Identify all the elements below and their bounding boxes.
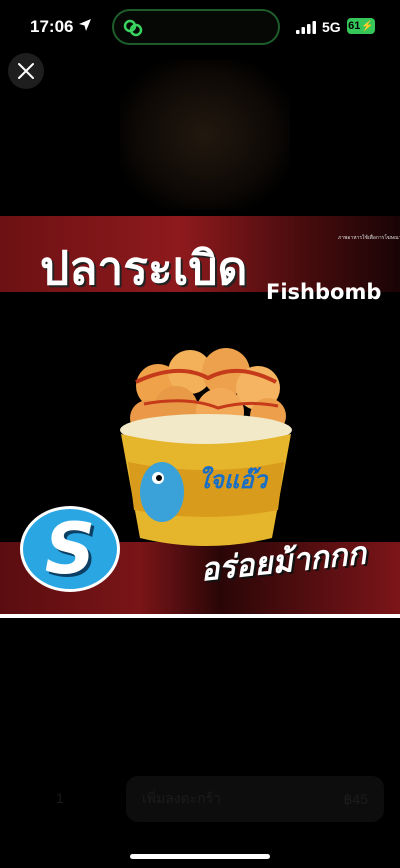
link-icon [123, 19, 143, 37]
battery-level: 61 [348, 20, 361, 32]
cup-brand: ใจแอ๊ว [198, 466, 269, 494]
location-arrow-icon [79, 19, 91, 31]
home-indicator[interactable] [130, 854, 270, 859]
cellular-signal-icon [296, 21, 316, 34]
ad-title-thai: ปลาระเบิด [40, 241, 248, 295]
ad-disclaimer: ภาพอาหารใช้เพื่อการโฆษณาเท่านั้น [338, 235, 400, 241]
ad-title-english: Fishbomb [266, 280, 382, 304]
fishball-cup-image: ใจแอ๊ว [120, 348, 292, 546]
battery-icon: 61 ⚡ [347, 18, 375, 34]
background-product-image [120, 60, 290, 210]
add-to-cart-price: ฿45 [343, 790, 368, 807]
size-badge: S [20, 506, 120, 592]
dynamic-island [112, 9, 280, 45]
product-ad-image: ภาพอาหารใช้เพื่อการโฆษณาเท่านั้น ปลาระเบ… [0, 216, 400, 620]
add-to-cart-button[interactable]: เพิ่มลงตะกร้า ฿45 [126, 776, 384, 822]
ad-divider [0, 614, 400, 618]
status-time: 17:06 [30, 17, 74, 36]
close-button[interactable] [8, 53, 44, 89]
add-to-cart-label: เพิ่มลงตะกร้า [142, 790, 222, 806]
charging-bolt-icon: ⚡ [361, 20, 374, 32]
quantity-value[interactable]: 1 [56, 790, 64, 806]
status-bar: 17:06 5G 61 ⚡ [0, 0, 400, 54]
close-icon [18, 63, 34, 79]
network-type: 5G [322, 19, 341, 35]
